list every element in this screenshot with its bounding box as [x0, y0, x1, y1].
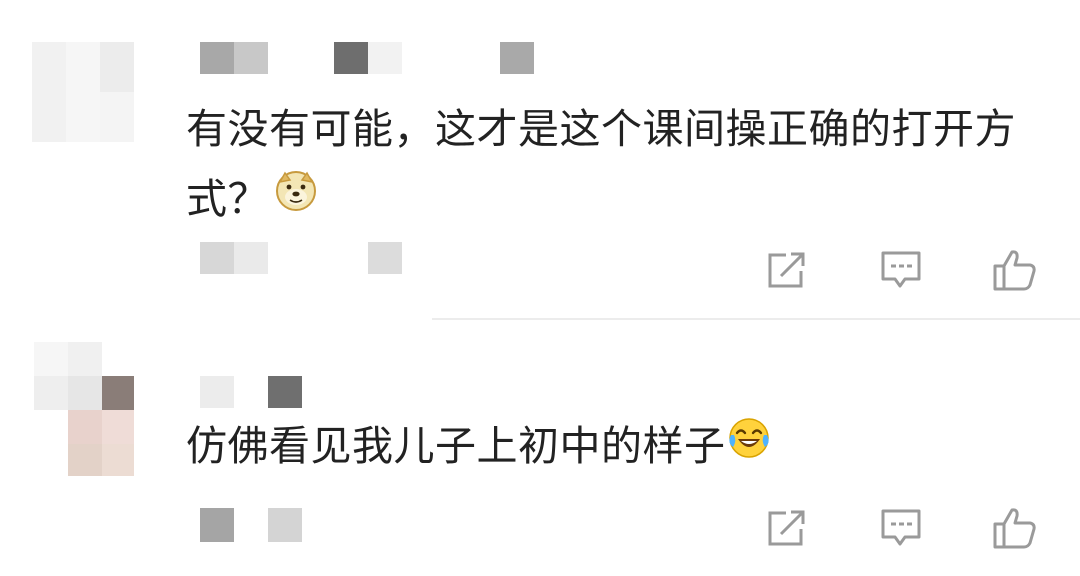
share-button[interactable] [760, 245, 814, 295]
comment-meta-redacted [200, 242, 402, 274]
reply-button[interactable] [874, 503, 928, 553]
share-button[interactable] [760, 503, 814, 553]
comment-item: 仿佛看见我儿子上初中的样子 [0, 320, 1080, 576]
like-button[interactable] [988, 245, 1042, 295]
comment-icon [881, 509, 921, 546]
comment-actions [760, 245, 1050, 295]
username-redacted [200, 42, 540, 74]
share-icon [768, 252, 805, 288]
share-icon [768, 510, 805, 546]
avatar[interactable] [34, 342, 134, 476]
laughing-crying-emoji-icon [728, 410, 770, 480]
thumbs-up-icon [993, 508, 1036, 549]
doge-emoji-icon [275, 163, 317, 233]
comment-text: 有没有可能，这才是这个课间操正确的打开方式？ [186, 94, 1056, 237]
comment-meta-redacted [200, 508, 302, 542]
like-button[interactable] [988, 503, 1042, 553]
reply-button[interactable] [874, 245, 928, 295]
comment-icon [881, 251, 921, 288]
comment-item: 有没有可能，这才是这个课间操正确的打开方式？ [0, 0, 1080, 320]
thumbs-up-icon [993, 250, 1036, 291]
comment-text: 仿佛看见我儿子上初中的样子 [186, 411, 1056, 484]
comment-text-content: 仿佛看见我儿子上初中的样子 [186, 422, 726, 470]
username-redacted [200, 376, 302, 408]
comment-actions [760, 503, 1050, 553]
avatar[interactable] [32, 42, 150, 142]
